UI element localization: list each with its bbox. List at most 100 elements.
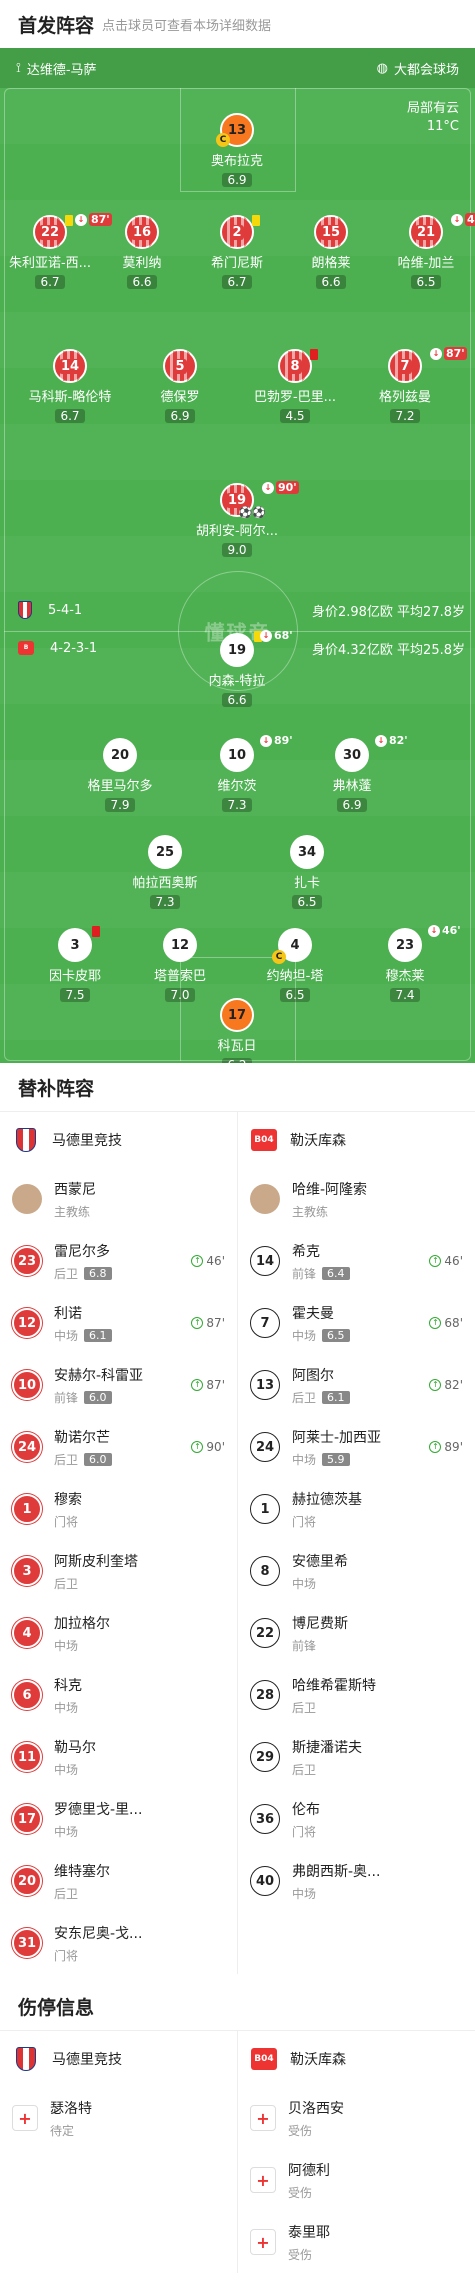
injury-info: 阿德利 受伤: [288, 2160, 463, 2201]
player-position: 中场: [292, 1328, 317, 1343]
player-name: 哈维希霍斯特: [292, 1677, 376, 1694]
sub-on-icon: ↑: [191, 1317, 204, 1329]
pitch-player[interactable]: 3 因卡皮耶 7.5: [25, 926, 125, 1003]
sub-player-row[interactable]: 1 穆索 门将: [0, 1478, 237, 1540]
pitch-player[interactable]: 17 科瓦日 6.2: [187, 998, 287, 1063]
sub-player-row[interactable]: 36 伦布 门将: [238, 1788, 475, 1850]
sub-on-icon: ↑: [429, 1441, 442, 1453]
pitch-player[interactable]: 19 ↓ 90' ⚽⚽ 胡利安-阿尔... 9.0: [187, 481, 299, 558]
pitch-player[interactable]: 15 朗格莱 6.6: [281, 215, 381, 290]
player-name: 阿德利: [288, 2162, 330, 2179]
sub-player-info: 希克 前锋 6.4: [292, 1241, 429, 1282]
pitch-player[interactable]: 30 ↓ 82' 弗林蓬 6.9: [302, 734, 408, 813]
pitch-player[interactable]: 5 德保罗 6.9: [130, 349, 230, 424]
pitch-player[interactable]: 13 C 奥布拉克 6.9: [187, 113, 287, 188]
sub-minute: 90': [276, 481, 299, 494]
player-position-row: 中场 5.9: [292, 1451, 429, 1468]
injury-row[interactable]: + 贝洛西安 受伤: [238, 2087, 475, 2149]
player-rating: 6.9: [165, 409, 195, 423]
player-shirt: 10 ↓ 89': [220, 734, 293, 772]
sub-player-row[interactable]: 29 斯捷潘诺夫 后卫: [238, 1726, 475, 1788]
sub-player-row[interactable]: 24 阿莱士-加西亚 中场 5.9 ↑ 89': [238, 1416, 475, 1478]
player-position-row: 前锋: [292, 1637, 463, 1654]
sub-player-row[interactable]: 11 勒马尔 中场: [0, 1726, 237, 1788]
pitch-player[interactable]: 23 ↓ 46' 穆杰莱 7.4: [355, 924, 461, 1003]
injury-row[interactable]: + 瑟洛特 待定: [0, 2087, 237, 2149]
sub-player-row[interactable]: 3 阿斯皮利奎塔 后卫: [0, 1540, 237, 1602]
pitch-player[interactable]: 12 塔普索巴 7.0: [130, 928, 230, 1003]
player-number: 24: [12, 1432, 42, 1462]
sub-player-row[interactable]: 40 弗朗西斯-奥... 中场: [238, 1850, 475, 1912]
player-shirt: 25: [148, 835, 182, 869]
sub-player-row[interactable]: 8 安德里希 中场: [238, 1540, 475, 1602]
sub-player-info: 罗德里戈-里... 中场: [54, 1799, 225, 1840]
sub-player-info: 伦布 门将: [292, 1799, 463, 1840]
pitch-player[interactable]: 21 ↓46' 哈维-加兰 6.5: [376, 213, 475, 290]
pitch-player[interactable]: 2 希门尼斯 6.7: [187, 215, 287, 290]
sub-player-row[interactable]: 4 加拉格尔 中场: [0, 1602, 237, 1664]
pitch-player[interactable]: 14 马科斯-略伦特 6.7: [20, 349, 120, 424]
player-position-row: 门将: [292, 1823, 463, 1840]
pitch-player[interactable]: 22 ↓ 87' 朱利亚诺-西... 6.7: [0, 213, 112, 290]
coach-row[interactable]: 西蒙尼 主教练: [0, 1168, 237, 1230]
sub-player-row[interactable]: 23 雷尼尔多 后卫 6.8 ↑ 46': [0, 1230, 237, 1292]
pitch-player[interactable]: 34 扎卡 6.5: [257, 835, 357, 910]
sub-player-row[interactable]: 12 利诺 中场 6.1 ↑ 87': [0, 1292, 237, 1354]
sub-player-row[interactable]: 1 赫拉德茨基 门将: [238, 1478, 475, 1540]
sub-player-row[interactable]: 7 霍夫曼 中场 6.5 ↑ 68': [238, 1292, 475, 1354]
player-shirt: 16: [125, 215, 159, 249]
player-name: 阿斯皮利奎塔: [54, 1553, 138, 1570]
player-rating: 6.9: [222, 173, 252, 187]
sub-player-info: 安东尼奥-戈... 门将: [54, 1923, 225, 1964]
pitch-player[interactable]: 25 帕拉西奥斯 7.3: [115, 835, 215, 910]
sub-player-row[interactable]: 10 安赫尔-科雷亚 前锋 6.0 ↑ 87': [0, 1354, 237, 1416]
sub-player-info: 安赫尔-科雷亚 前锋 6.0: [54, 1365, 191, 1406]
player-rating: 7.2: [390, 409, 420, 423]
atm-formation: 5-4-1: [48, 602, 83, 618]
sub-player-info: 哈维希霍斯特 后卫: [292, 1675, 463, 1716]
pitch-player[interactable]: 19 ↓ 68' 内森-特拉 6.6: [187, 629, 293, 708]
sub-player-row[interactable]: 22 博尼费斯 前锋: [238, 1602, 475, 1664]
player-shirt: 20: [103, 738, 137, 772]
leverkusen-badge-icon: B04: [250, 1126, 278, 1154]
player-number: 17: [12, 1804, 42, 1834]
pitch-player[interactable]: 8 巴勃罗-巴里... 4.5: [245, 349, 345, 424]
team-header-away[interactable]: B04 勒沃库森: [238, 1112, 475, 1168]
injury-home-column: 马德里竞技 + 瑟洛特 待定: [0, 2031, 238, 2273]
pitch-player[interactable]: 16 莫利纳 6.6: [92, 215, 192, 290]
sub-player-info: 阿图尔 后卫 6.1: [292, 1365, 429, 1406]
player-position: 中场: [292, 1886, 317, 1901]
injury-status-row: 待定: [50, 2122, 225, 2139]
sub-minute: 46': [444, 1254, 463, 1268]
pitch-player[interactable]: 10 ↓ 89' 维尔茨 7.3: [187, 734, 293, 813]
player-position: 后卫: [54, 1266, 79, 1281]
player-rating: 5.9: [322, 1452, 350, 1466]
player-rating: 6.4: [322, 1266, 350, 1280]
sub-player-row[interactable]: 24 勒诺尔芒 后卫 6.0 ↑ 90': [0, 1416, 237, 1478]
pitch-player[interactable]: 20 格里马尔多 7.9: [70, 738, 170, 813]
injury-team-header-home[interactable]: 马德里竞技: [0, 2031, 237, 2087]
sub-player-row[interactable]: 6 科克 中场: [0, 1664, 237, 1726]
injury-row[interactable]: + 泰里耶 受伤: [238, 2211, 475, 2273]
team-header-home[interactable]: 马德里竞技: [0, 1112, 237, 1168]
sub-player-row[interactable]: 20 维特塞尔 后卫: [0, 1850, 237, 1912]
sub-player-row[interactable]: 28 哈维希霍斯特 后卫: [238, 1664, 475, 1726]
player-name: 奥布拉克: [210, 154, 263, 169]
player-rating: 9.0: [222, 543, 252, 557]
sub-player-row[interactable]: 17 罗德里戈-里... 中场: [0, 1788, 237, 1850]
injury-row[interactable]: + 阿德利 受伤: [238, 2149, 475, 2211]
player-position-row: 后卫 6.8: [54, 1265, 191, 1282]
sub-icon: ↓: [75, 213, 87, 226]
subs-table: 马德里竞技 西蒙尼 主教练 23 雷尼尔多 后卫 6.8 ↑ 46' 12 利诺 中场 6.1 ↑ 87' 1…: [0, 1111, 475, 1974]
sub-player-row[interactable]: 31 安东尼奥-戈... 门将: [0, 1912, 237, 1974]
coach-row[interactable]: 哈维-阿隆索 主教练: [238, 1168, 475, 1230]
pitch-player[interactable]: 4 C 约纳坦-塔 6.5: [245, 928, 345, 1003]
pitch-player[interactable]: 7 ↓ 87' 格列兹曼 7.2: [355, 347, 467, 424]
injury-team-header-away[interactable]: B04 勒沃库森: [238, 2031, 475, 2087]
player-number: 34: [297, 844, 317, 860]
atm-value: 身价2.98亿欧: [311, 604, 393, 620]
sub-player-row[interactable]: 13 阿图尔 后卫 6.1 ↑ 82': [238, 1354, 475, 1416]
sub-player-row[interactable]: 14 希克 前锋 6.4 ↑ 46': [238, 1230, 475, 1292]
sub-on-time: ↑ 46': [429, 1254, 463, 1268]
pitch-info-bar: ⟟ 达维德-马萨 ◍ 大都会球场: [0, 48, 475, 88]
